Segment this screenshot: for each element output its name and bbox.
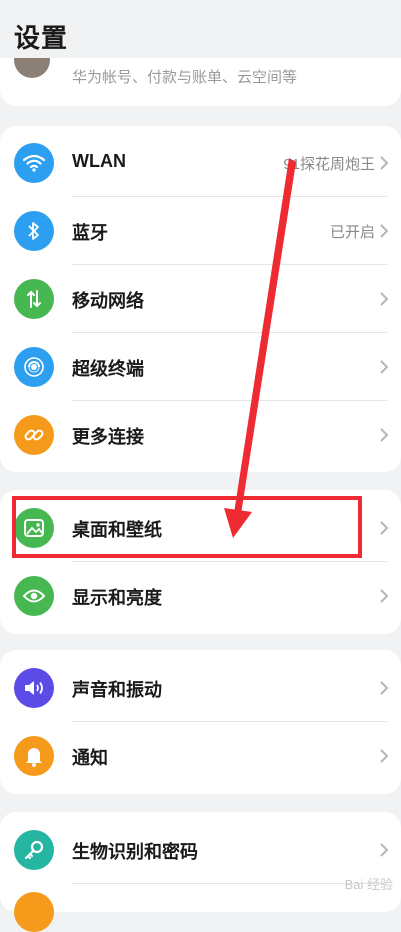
annotation-arrow bbox=[224, 158, 296, 538]
watermark: Bai 经验 bbox=[344, 877, 393, 892]
